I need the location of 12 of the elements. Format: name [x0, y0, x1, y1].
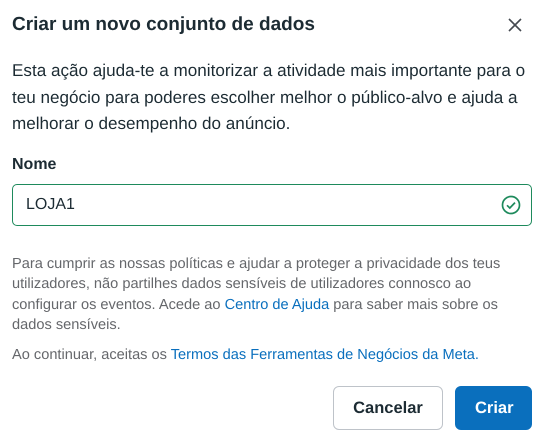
help-link[interactable]: Centro de Ajuda: [224, 296, 330, 313]
dialog-title: Criar um novo conjunto de dados: [12, 14, 315, 36]
name-input[interactable]: LOJA1: [12, 184, 532, 226]
check-icon: [501, 194, 521, 214]
name-label: Nome: [12, 154, 58, 174]
notice-text: Ao continuar, aceitas os Termos das Ferramentas de Negócios da Meta.: [12, 346, 480, 365]
help-link[interactable]: Termos das Ferramentas de Negócios da Meta.: [170, 346, 479, 363]
description-text: Esta ação ajuda-te a monitorizar a atividade mais importante para o teu negócio para poderes escolher melhor o público-alvo e ajuda a melhorar o desempenho do anúncio.: [12, 60, 526, 135]
cancel-button[interactable]: Cancelar: [333, 386, 443, 430]
notice-text: Para cumprir as nossas políticas e ajudar a proteger a privacidade dos teus utilizadores, não partilhes dados sensíveis de utilizadores connosco ao configurar os eventos. Acede ao Centro de Ajuda para saber mais sobre os dados sensíveis.: [12, 254, 502, 336]
close-icon: [507, 17, 523, 33]
create-button[interactable]: Criar: [455, 386, 532, 430]
